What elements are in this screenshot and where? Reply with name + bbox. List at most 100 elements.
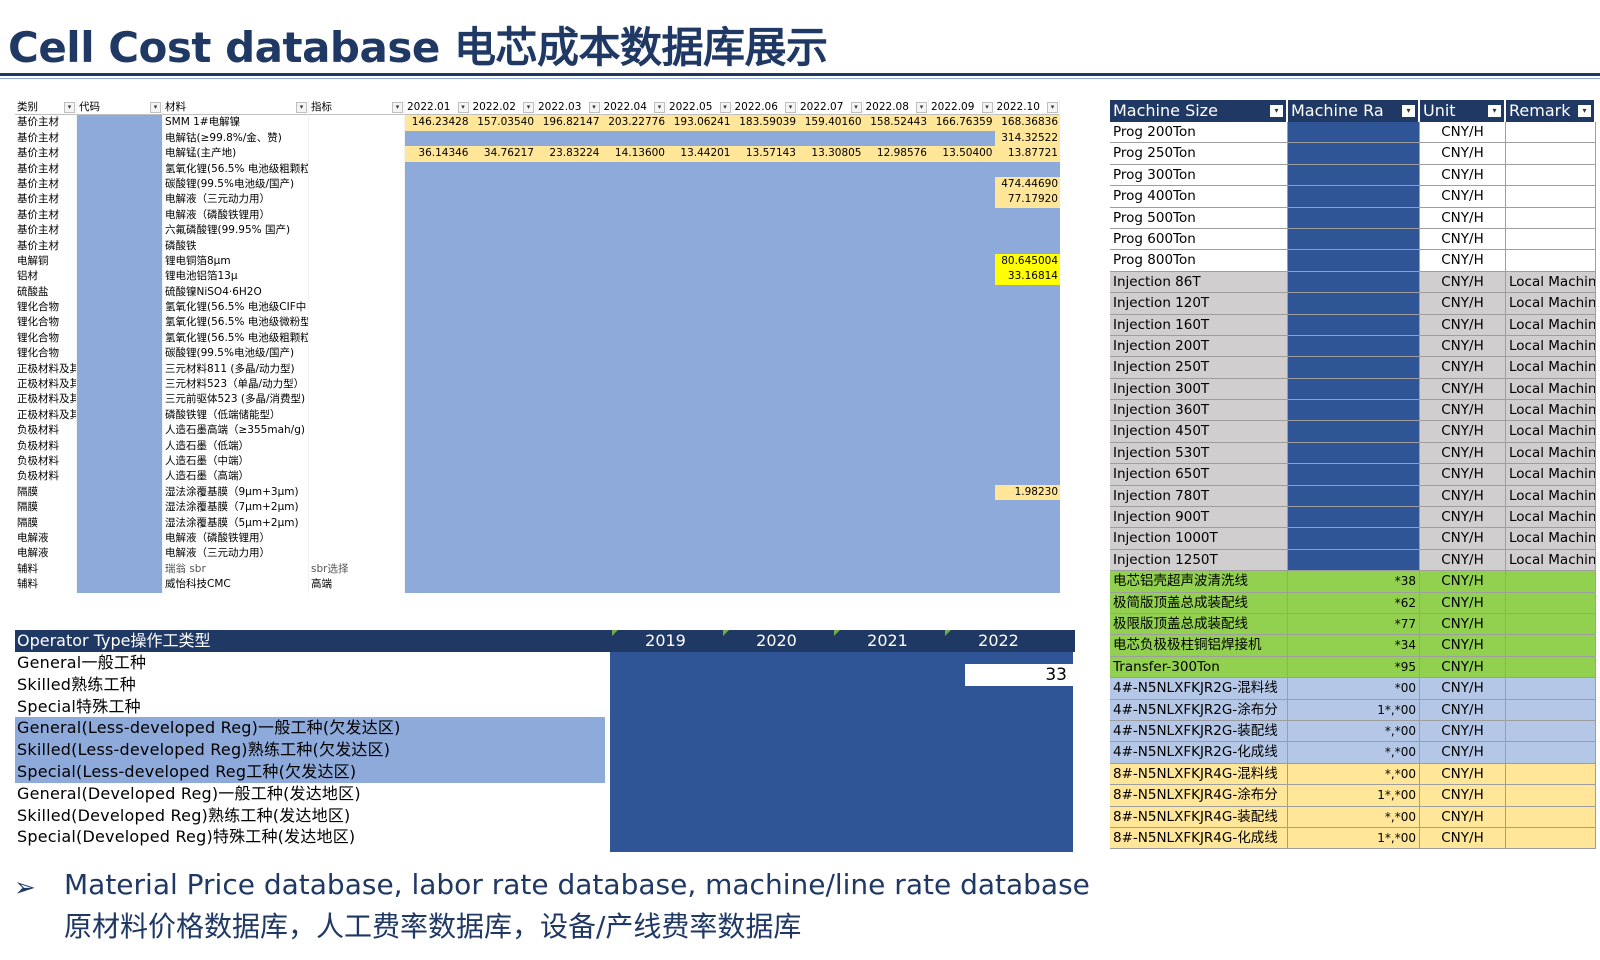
price-cell[interactable]: 146.23428 — [405, 115, 471, 131]
machine-size-cell[interactable]: Injection 650T — [1110, 464, 1288, 485]
price-cell[interactable] — [470, 577, 536, 593]
machine-column-header[interactable]: Remark ▾ — [1506, 100, 1596, 122]
price-cell[interactable] — [863, 377, 929, 393]
machine-size-cell[interactable]: Injection 1250T — [1110, 549, 1288, 571]
price-cell[interactable] — [405, 377, 471, 393]
unit-cell[interactable]: CNY/H — [1420, 335, 1506, 357]
price-cell[interactable] — [929, 561, 995, 578]
price-cell[interactable] — [994, 469, 1060, 485]
price-cell[interactable] — [470, 500, 536, 516]
machine-rate-cell[interactable]: *,*00 — [1288, 742, 1420, 763]
unit-cell[interactable]: CNY/H — [1420, 507, 1506, 528]
unit-cell[interactable]: CNY/H — [1420, 720, 1506, 742]
filter-dropdown-icon[interactable]: ▾ — [981, 102, 993, 113]
price-cell[interactable] — [470, 346, 536, 362]
machine-size-cell[interactable]: Prog 800Ton — [1110, 250, 1288, 271]
remark-cell[interactable] — [1506, 571, 1596, 592]
indicator-cell[interactable] — [309, 423, 405, 439]
price-cell[interactable] — [863, 423, 929, 439]
price-cell[interactable] — [798, 269, 864, 285]
price-cell[interactable] — [994, 207, 1060, 224]
indicator-cell[interactable] — [309, 407, 405, 424]
material-cell[interactable]: 电解液（三元动力用） — [163, 546, 309, 562]
price-cell[interactable] — [667, 392, 733, 408]
machine-rate-cell[interactable] — [1288, 271, 1420, 293]
price-cell[interactable] — [667, 546, 733, 562]
price-cell[interactable] — [601, 423, 667, 439]
filter-dropdown-icon[interactable]: ▾ — [850, 102, 862, 113]
category-cell[interactable]: 正极材料及其 — [15, 377, 77, 393]
price-cell[interactable] — [405, 561, 471, 578]
price-cell[interactable] — [798, 530, 864, 547]
machine-rate-cell[interactable]: 1*,*00 — [1288, 699, 1420, 720]
price-cell[interactable] — [470, 330, 536, 347]
price-cell[interactable] — [798, 407, 864, 424]
filter-dropdown-icon[interactable]: ▾ — [1402, 105, 1415, 117]
unit-cell[interactable]: CNY/H — [1420, 742, 1506, 763]
unit-cell[interactable]: CNY/H — [1420, 656, 1506, 678]
machine-size-cell[interactable]: 电芯铝壳超声波清洗线 — [1110, 571, 1288, 592]
price-cell[interactable] — [601, 561, 667, 578]
price-cell[interactable] — [732, 192, 798, 208]
price-cell[interactable] — [798, 438, 864, 454]
code-cell[interactable] — [77, 577, 163, 593]
price-cell[interactable] — [863, 346, 929, 362]
price-cell[interactable] — [405, 438, 471, 454]
price-cell[interactable] — [667, 330, 733, 347]
remark-cell[interactable] — [1506, 164, 1596, 186]
remark-cell[interactable] — [1506, 250, 1596, 271]
filter-dropdown-icon[interactable]: ▾ — [916, 102, 927, 113]
category-cell[interactable]: 锂化合物 — [15, 330, 77, 347]
price-cell[interactable] — [601, 192, 667, 208]
remark-cell[interactable] — [1506, 635, 1596, 656]
category-cell[interactable]: 隔膜 — [15, 515, 77, 531]
price-cell[interactable] — [798, 500, 864, 516]
price-cell[interactable] — [798, 253, 864, 270]
price-cell[interactable] — [732, 392, 798, 408]
price-cell[interactable]: 14.13600 — [601, 146, 667, 162]
machine-rate-cell[interactable] — [1288, 186, 1420, 207]
unit-cell[interactable]: CNY/H — [1420, 763, 1506, 785]
column-header[interactable]: 2022.06 ▾ — [732, 100, 798, 116]
indicator-cell[interactable] — [309, 500, 405, 516]
unit-cell[interactable]: CNY/H — [1420, 699, 1506, 720]
machine-size-cell[interactable]: 4#-N5NLXFKJR2G-装配线 — [1110, 720, 1288, 742]
column-header[interactable]: 2022.09 ▾ — [929, 100, 995, 116]
price-cell[interactable] — [470, 530, 536, 547]
material-cell[interactable]: 人造石墨（低端） — [163, 438, 309, 454]
indicator-cell[interactable] — [309, 469, 405, 485]
price-cell[interactable] — [601, 330, 667, 347]
price-cell[interactable] — [601, 392, 667, 408]
price-cell[interactable] — [601, 176, 667, 193]
machine-size-cell[interactable]: 极简版顶盖总成装配线 — [1110, 592, 1288, 613]
price-cell[interactable] — [536, 269, 602, 285]
price-cell[interactable] — [798, 192, 864, 208]
indicator-cell[interactable] — [309, 346, 405, 362]
price-cell[interactable] — [863, 223, 929, 239]
price-cell[interactable] — [732, 469, 798, 485]
price-cell[interactable] — [536, 192, 602, 208]
unit-cell[interactable]: CNY/H — [1420, 314, 1506, 335]
machine-rate-cell[interactable] — [1288, 143, 1420, 164]
machine-size-cell[interactable]: 极限版顶盖总成装配线 — [1110, 613, 1288, 635]
machine-rate-cell[interactable] — [1288, 122, 1420, 143]
unit-cell[interactable]: CNY/H — [1420, 485, 1506, 507]
machine-rate-cell[interactable] — [1288, 549, 1420, 571]
material-cell[interactable]: 电解液（三元动力用） — [163, 192, 309, 208]
unit-cell[interactable]: CNY/H — [1420, 186, 1506, 207]
price-cell[interactable] — [732, 315, 798, 331]
price-cell[interactable] — [929, 330, 995, 347]
category-cell[interactable]: 硫酸盐 — [15, 284, 77, 301]
price-cell[interactable] — [732, 300, 798, 316]
machine-rate-cell[interactable] — [1288, 507, 1420, 528]
price-cell[interactable] — [470, 269, 536, 285]
indicator-cell[interactable] — [309, 438, 405, 454]
price-cell[interactable] — [405, 223, 471, 239]
price-cell[interactable] — [667, 300, 733, 316]
machine-rate-cell[interactable] — [1288, 357, 1420, 378]
category-cell[interactable]: 基价主材 — [15, 161, 77, 177]
price-cell[interactable] — [601, 284, 667, 301]
operator-type-header[interactable]: Operator Type操作工类型 — [15, 630, 610, 652]
price-cell[interactable] — [405, 176, 471, 193]
price-cell[interactable] — [798, 423, 864, 439]
